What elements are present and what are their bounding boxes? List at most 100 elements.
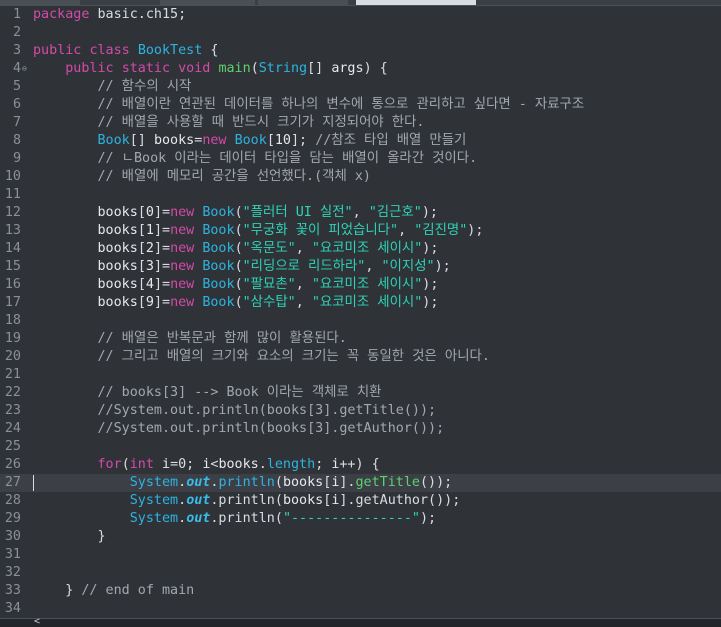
code-line[interactable]: 12 books[0]=new Book("플러터 UI 실전", "김근호")…: [0, 204, 721, 222]
editor-tab[interactable]: [0, 0, 80, 5]
code-token: //System.out.println(books[3].getTitle()…: [33, 403, 437, 418]
code-token: );: [421, 205, 438, 220]
code-line[interactable]: 32: [0, 564, 721, 582]
line-number: 4: [12, 61, 21, 76]
code-token: );: [420, 511, 437, 526]
code-line[interactable]: 25: [0, 438, 721, 456]
line-number: 21: [4, 367, 21, 382]
code-token: int: [129, 457, 154, 472]
code-area[interactable]: 1 package basic.ch15; 2 3 public class BookT…: [0, 6, 721, 618]
code-token: // 그리고 배열의 크기와 요소의 크기는 꼭 동일한 것은 아니다.: [33, 349, 490, 364]
code-line[interactable]: 7 // 배열을 사용할 때 반드시 크기가 지정되어야 한다.: [0, 114, 721, 132]
code-token: ]=: [153, 277, 171, 292]
code-token: .: [178, 475, 187, 490]
code-text: books[1]=new Book("무궁화 꽃이 피었습니다", "김진명")…: [33, 222, 484, 240]
code-text: books[4]=new Book("팔묘촌", "요코미조 세이시");: [33, 276, 439, 294]
code-line[interactable]: 11: [0, 186, 721, 204]
code-token: 4: [145, 277, 154, 292]
code-text: // 함수의 시작: [33, 78, 191, 96]
code-token: books: [97, 223, 138, 238]
code-token: out: [186, 511, 211, 526]
code-token: ]=: [153, 295, 171, 310]
code-line[interactable]: 9 // ㄴBook 이라는 데이터 타입을 담는 배열이 올라간 것이다.: [0, 150, 721, 168]
code-line[interactable]: 22 // books[3] --> Book 이라는 객체로 치환: [0, 384, 721, 402]
code-line[interactable]: 34: [0, 600, 721, 618]
code-token: public: [33, 43, 82, 58]
code-token: [: [266, 133, 275, 148]
code-line[interactable]: 3 public class BookTest {: [0, 42, 721, 60]
code-token: // 배열은 반복문과 함께 많이 활용된다.: [33, 331, 347, 346]
fold-toggle-icon[interactable]: ⊖: [22, 65, 27, 73]
line-number: 15: [4, 259, 21, 274]
code-token: // ㄴBook 이라는 데이터 타입을 담는 배열이 올라간 것이다.: [33, 151, 478, 166]
code-token: books: [97, 259, 138, 274]
code-editor[interactable]: 1 package basic.ch15; 2 3 public class BookT…: [0, 6, 721, 618]
code-token: 1: [145, 223, 154, 238]
code-line[interactable]: 24 //System.out.println(books[3].getAuth…: [0, 420, 721, 438]
code-token: //참조 타입 배열 만들기: [315, 133, 467, 148]
code-line[interactable]: 4 ⊖ public static void main(String[] args…: [0, 60, 721, 78]
code-token: new: [170, 241, 195, 256]
code-token: "요코미조 세이시": [311, 295, 423, 310]
code-line[interactable]: 1 package basic.ch15;: [0, 6, 721, 24]
code-token: books: [97, 205, 138, 220]
code-line[interactable]: 18: [0, 312, 721, 330]
active-editor-tab[interactable]: [356, 0, 476, 5]
code-line[interactable]: 33 } // end of main: [0, 582, 721, 600]
code-token: BookTest: [137, 43, 203, 58]
editor-tab[interactable]: [160, 0, 255, 5]
code-line[interactable]: 16 books[4]=new Book("팔묘촌", "요코미조 세이시");: [0, 276, 721, 294]
code-token: System: [129, 475, 179, 490]
code-line[interactable]: 27 System.out.println(books[i].getTitle(…: [0, 474, 721, 492]
code-line[interactable]: 5 // 함수의 시작: [0, 78, 721, 96]
code-line[interactable]: 8 Book[] books=new Book[10]; //참조 타입 배열 …: [0, 132, 721, 150]
code-text: System.out.println(books[i].getAuthor())…: [33, 492, 461, 510]
code-line[interactable]: 23 //System.out.println(books[3].getTitl…: [0, 402, 721, 420]
code-line[interactable]: 10 // 배열에 메모리 공간을 선언했다.(객체 x): [0, 168, 721, 186]
code-token: new: [202, 133, 227, 148]
code-line[interactable]: 6 // 배열이란 연관된 데이터를 하나의 변수에 통으로 관리하고 싶다면 …: [0, 96, 721, 114]
code-line[interactable]: 14 books[2]=new Book("옥문도", "요코미조 세이시");: [0, 240, 721, 258]
code-text: books[9]=new Book("삼수탑", "요코미조 세이시");: [33, 294, 439, 312]
code-line[interactable]: 21: [0, 366, 721, 384]
code-token: 10: [274, 133, 291, 148]
code-token: ());: [420, 475, 453, 490]
code-token: .println(: [210, 493, 283, 508]
code-token: "삼수탑": [242, 295, 296, 310]
editor-tab[interactable]: [258, 0, 348, 5]
code-line[interactable]: 28 System.out.println(books[i].getAuthor…: [0, 492, 721, 510]
code-text: Book[] books=new Book[10]; //참조 타입 배열 만들…: [33, 132, 467, 150]
code-token: i: [162, 457, 171, 472]
code-line[interactable]: 30 }: [0, 528, 721, 546]
code-token: books: [218, 457, 259, 472]
code-text: // books[3] --> Book 이라는 객체로 치환: [33, 384, 381, 402]
code-line[interactable]: 13 books[1]=new Book("무궁화 꽃이 피었습니다", "김진…: [0, 222, 721, 240]
code-token: ,: [295, 277, 312, 292]
code-token: Book: [202, 223, 235, 238]
code-token: ,: [352, 205, 369, 220]
code-token: System: [129, 493, 179, 508]
code-line[interactable]: 29 System.out.println("---------------")…: [0, 510, 721, 528]
code-line[interactable]: 15 books[3]=new Book("리딩으로 리드하라", "이지성")…: [0, 258, 721, 276]
code-line[interactable]: 19 // 배열은 반복문과 함께 많이 활용된다.: [0, 330, 721, 348]
code-token: // 배열이란 연관된 데이터를 하나의 변수에 통으로 관리하고 싶다면 - …: [33, 97, 585, 112]
code-text: System.out.println(books[i].getTitle());: [33, 474, 453, 492]
code-line[interactable]: 17 books[9]=new Book("삼수탑", "요코미조 세이시");: [0, 294, 721, 312]
code-token: for: [97, 457, 122, 472]
code-token: ]=: [153, 205, 171, 220]
code-token: "---------------": [282, 511, 420, 526]
code-token: new: [170, 277, 195, 292]
code-line[interactable]: 26 for(int i=0; i<books.length; i++) {: [0, 456, 721, 474]
code-token: ++) {: [339, 457, 380, 472]
code-token: }: [33, 529, 106, 544]
code-line[interactable]: 2: [0, 24, 721, 42]
code-line[interactable]: 20 // 그리고 배열의 크기와 요소의 크기는 꼭 동일한 것은 아니다.: [0, 348, 721, 366]
code-token: String: [258, 61, 308, 76]
code-token: args: [331, 61, 364, 76]
code-line[interactable]: 31: [0, 546, 721, 564]
code-token: Book: [202, 259, 235, 274]
